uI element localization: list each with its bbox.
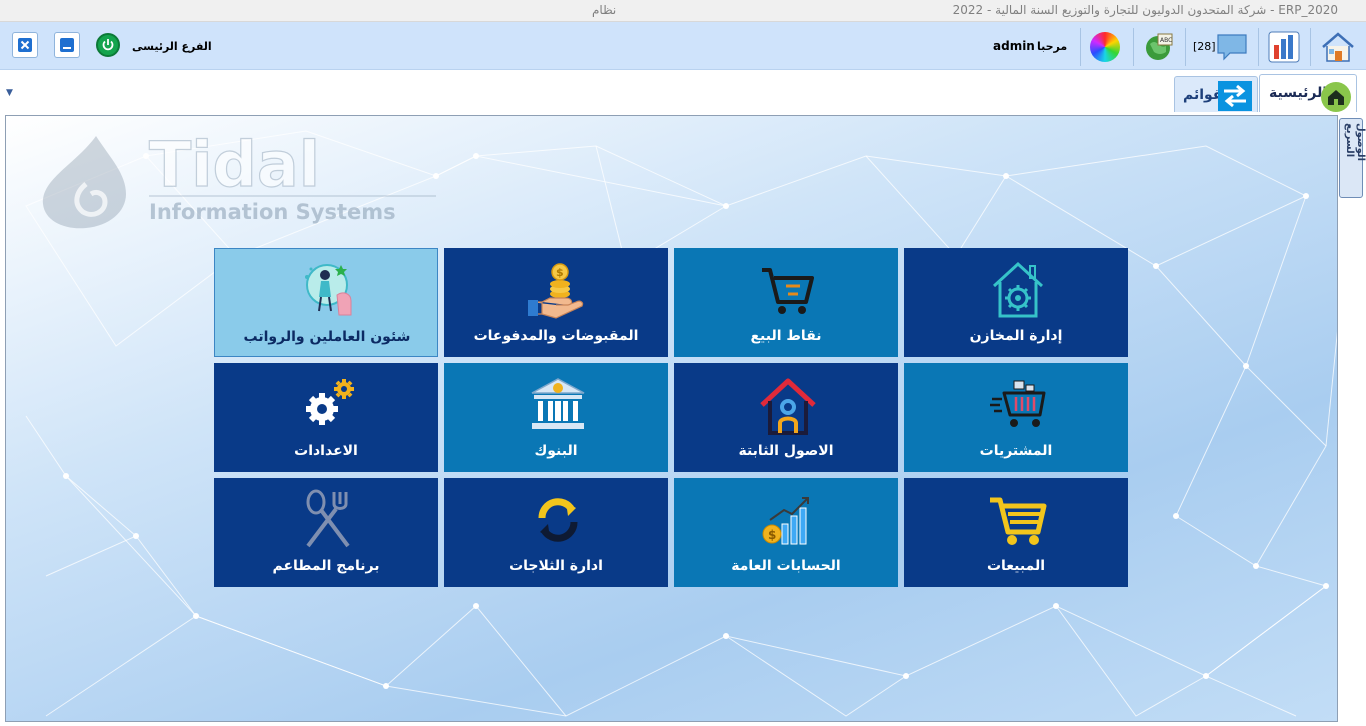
- top-toolbar: الفرع الرئيسى admin مرحبا ABC [28]: [0, 22, 1366, 70]
- branch-label[interactable]: الفرع الرئيسى: [132, 40, 212, 53]
- title-bar: نظام ERP_2020 - شركة المتحدون الدوليون ل…: [0, 0, 1366, 22]
- welcome-label: مرحبا: [1037, 40, 1068, 53]
- tile-receipts-payments[interactable]: $ المقبوضات والمدفوعات: [444, 248, 668, 357]
- reports-chart-icon[interactable]: [1268, 31, 1300, 63]
- power-icon: [102, 39, 114, 51]
- tile-label: البنوك: [534, 443, 578, 459]
- gears-icon: [306, 379, 354, 425]
- fixed-asset-house-icon: [760, 378, 816, 435]
- tab-strip: ▼ القوائم الرئيسية: [0, 70, 1366, 112]
- tile-label: الاعدادات: [294, 443, 358, 459]
- tile-label: برنامج المطاعم: [272, 558, 380, 574]
- warehouse-gear-icon: [992, 261, 1044, 318]
- system-menu[interactable]: نظام: [592, 3, 616, 17]
- minimize-button[interactable]: [54, 32, 80, 58]
- tile-point-of-sale[interactable]: نقاط البيع: [674, 248, 898, 357]
- tile-refrigerator-management[interactable]: ادارة الثلاجات: [444, 478, 668, 587]
- svg-text:ABC: ABC: [1160, 37, 1172, 44]
- toolbar-divider: [1185, 28, 1186, 66]
- tile-settings[interactable]: الاعدادات: [214, 363, 438, 472]
- quick-access-tab[interactable]: الوصول السريع: [1339, 118, 1366, 198]
- tile-label: إدارة المخازن: [969, 328, 1063, 344]
- tab-dropdown-icon[interactable]: ▼: [6, 88, 13, 98]
- tab-label: الرئيسية: [1269, 85, 1328, 101]
- tile-label: شئون العاملين والرواتب: [243, 329, 411, 345]
- main-dashboard: Tidal Information Systems: [5, 115, 1338, 722]
- minimize-icon: [60, 38, 74, 52]
- user-name: admin: [993, 39, 1035, 53]
- home-icon: [1321, 82, 1351, 112]
- toolbar-divider: [1080, 28, 1081, 66]
- fork-knife-icon: [306, 489, 350, 548]
- toolbar-divider: [1133, 28, 1134, 66]
- tile-label: نقاط البيع: [750, 328, 822, 344]
- accounts-chart-icon: $: [762, 497, 809, 545]
- refresh-cycle-icon: [538, 498, 578, 542]
- swap-arrows-icon: [1218, 81, 1252, 111]
- logo-subtitle: Information Systems: [149, 200, 396, 224]
- quick-access-label: الوصول السريع: [1344, 123, 1366, 162]
- employee-icon: [305, 264, 352, 316]
- logo-name: Tidal: [149, 128, 320, 201]
- close-button[interactable]: [12, 32, 38, 58]
- tile-purchases[interactable]: المشتريات: [904, 363, 1128, 472]
- tab-lists[interactable]: القوائم: [1174, 76, 1258, 112]
- toolbar-divider: [1258, 28, 1259, 66]
- spellcheck-globe-icon[interactable]: ABC: [1144, 32, 1174, 62]
- toolbar-divider: [1310, 28, 1311, 66]
- tile-restaurant-program[interactable]: برنامج المطاعم: [214, 478, 438, 587]
- svg-text:$: $: [768, 528, 776, 542]
- purchase-cart-icon: [990, 380, 1046, 427]
- close-icon: [18, 38, 32, 52]
- tile-banks[interactable]: البنوك: [444, 363, 668, 472]
- home-icon[interactable]: [1320, 29, 1356, 65]
- tile-label: الحسابات العامة: [731, 558, 841, 574]
- cart-icon: [762, 268, 814, 314]
- coins-hand-icon: $: [528, 263, 584, 319]
- message-count: [28]: [1193, 40, 1216, 53]
- tile-sales[interactable]: المبيعات: [904, 478, 1128, 587]
- tile-warehouse-management[interactable]: إدارة المخازن: [904, 248, 1128, 357]
- tile-label: الاصول الثابتة: [738, 443, 834, 459]
- tile-label: ادارة الثلاجات: [509, 558, 603, 574]
- tile-hr-payroll[interactable]: شئون العاملين والرواتب: [214, 248, 438, 357]
- window-title: ERP_2020 - شركة المتحدون الدوليون للتجار…: [952, 3, 1338, 17]
- color-theme-icon[interactable]: [1090, 32, 1120, 62]
- power-button[interactable]: [96, 33, 120, 57]
- messages-icon[interactable]: [1216, 32, 1248, 62]
- tile-label: المبيعات: [986, 558, 1046, 574]
- tidal-logo: Tidal Information Systems: [42, 127, 436, 229]
- tile-general-accounts[interactable]: $ الحسابات العامة: [674, 478, 898, 587]
- tile-label: المشتريات: [979, 443, 1053, 459]
- sales-cart-icon: [990, 497, 1047, 545]
- tab-home[interactable]: الرئيسية: [1259, 74, 1357, 112]
- svg-text:$: $: [556, 266, 564, 279]
- bank-icon: [531, 378, 585, 429]
- tile-label: المقبوضات والمدفوعات: [473, 328, 639, 344]
- tile-fixed-assets[interactable]: الاصول الثابتة: [674, 363, 898, 472]
